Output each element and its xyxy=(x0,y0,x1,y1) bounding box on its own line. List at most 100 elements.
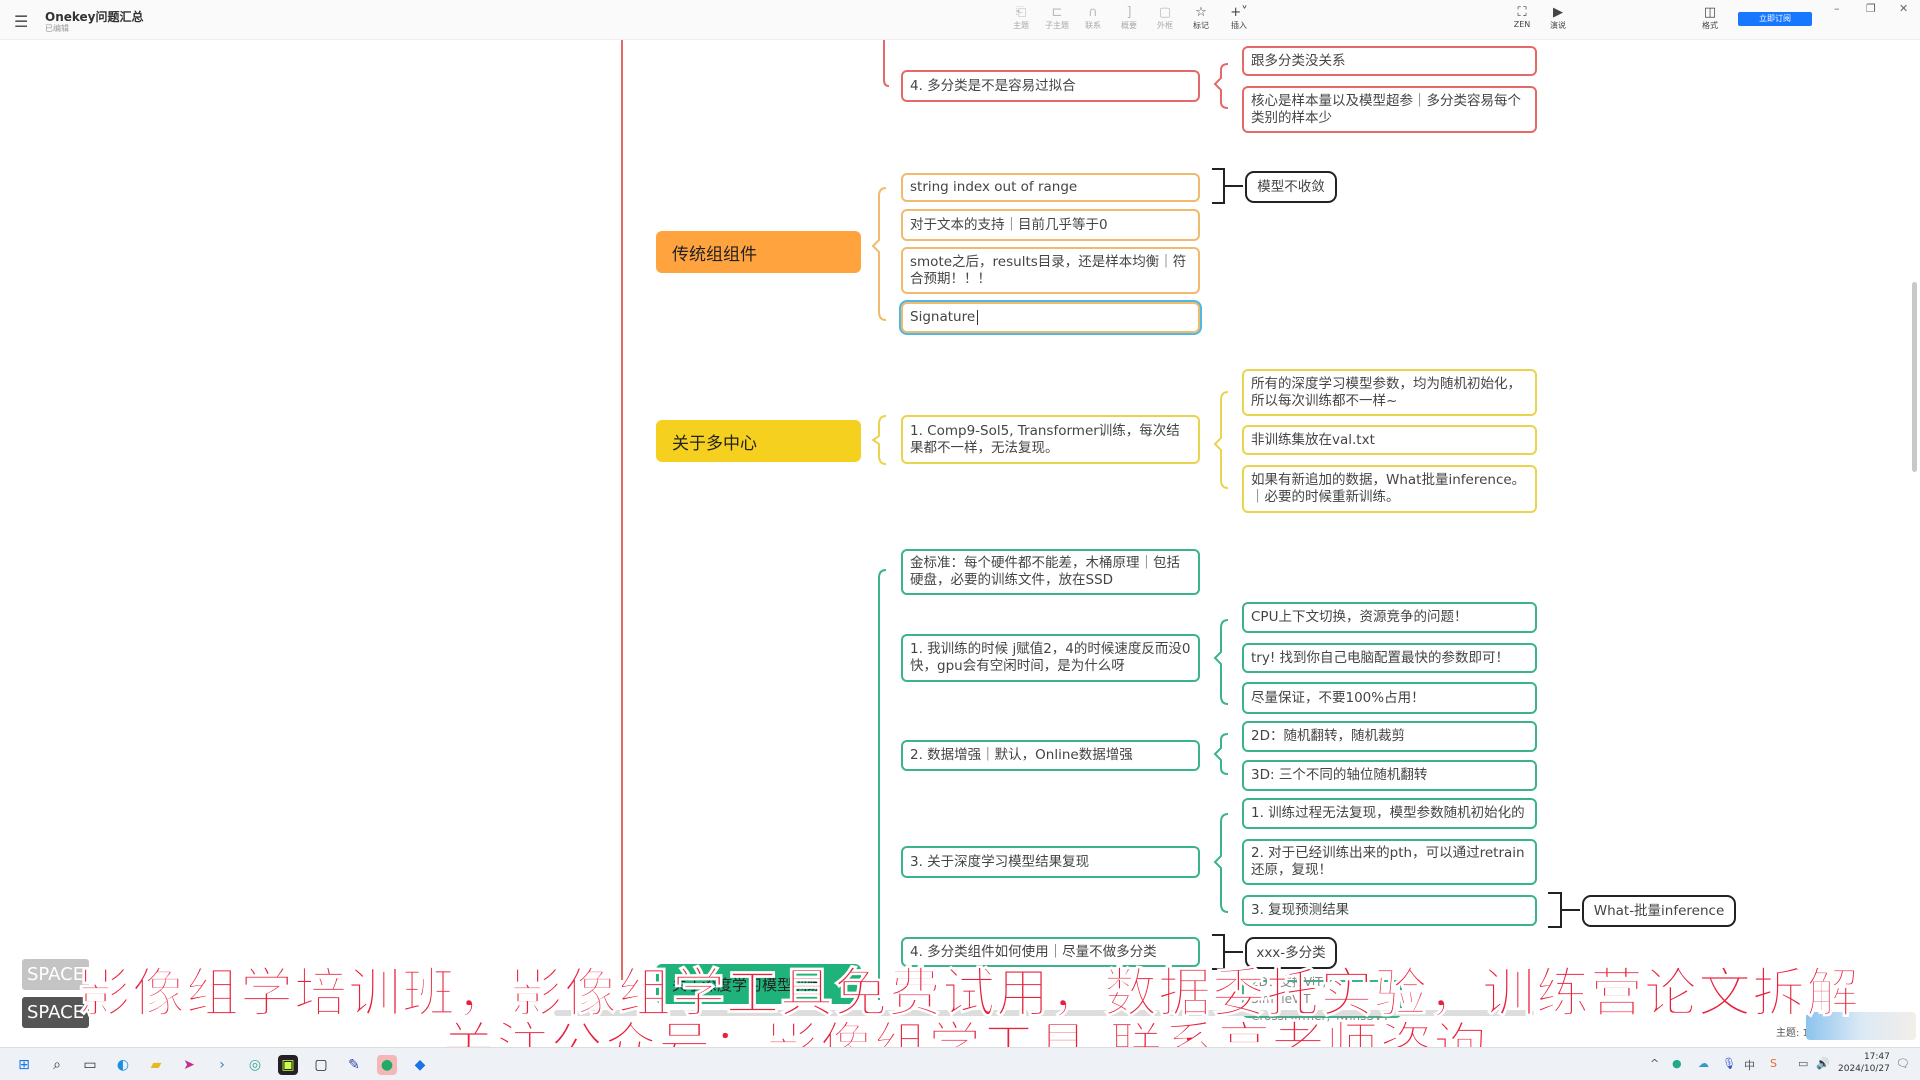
toolbar-boundary-button[interactable]: ▢ 外框 xyxy=(1147,5,1183,31)
topic-green-l3[interactable]: 尽量保证，不要100%占用！ xyxy=(1242,682,1537,714)
category-multicenter[interactable]: 关于多中心 xyxy=(656,420,861,462)
topic-green-l3[interactable]: 3D: 三个不同的轴位随机翻转 xyxy=(1242,760,1537,791)
topic-green-l3[interactable]: 3. 复现预测结果 xyxy=(1242,895,1537,926)
minimize-icon[interactable]: – xyxy=(1834,2,1840,15)
topic-editing-input[interactable]: Signature xyxy=(901,302,1200,333)
app-icon[interactable]: ➤ xyxy=(179,1055,199,1075)
text-cursor xyxy=(977,310,979,325)
topic-yellow-l3[interactable]: 非训练集放在val.txt xyxy=(1242,425,1537,455)
app-icon[interactable]: ✎ xyxy=(344,1055,364,1075)
sogou-icon[interactable]: S xyxy=(1770,1057,1777,1070)
ime-icon[interactable]: 中 xyxy=(1744,1057,1755,1073)
close-icon[interactable]: ✕ xyxy=(1899,2,1908,15)
play-icon: ▶ xyxy=(1553,5,1563,20)
present-button[interactable]: ▶ 演说 xyxy=(1540,5,1576,31)
tray-app-icon[interactable]: ☁ xyxy=(1698,1057,1709,1070)
label: 演说 xyxy=(1550,21,1566,30)
summary-not-converge[interactable]: 模型不收敛 xyxy=(1245,171,1337,203)
topic-green-l3[interactable]: 2D：随机翻转，随机裁剪 xyxy=(1242,721,1537,752)
toolbar-topic-button[interactable]: ⎗ 主题 xyxy=(1003,5,1039,31)
toolbar-marker-button[interactable]: ☆ 标记 xyxy=(1183,5,1219,31)
clock[interactable]: 17:47 2024/10/27 xyxy=(1838,1051,1890,1075)
red-brace xyxy=(883,40,890,87)
microphone-icon[interactable]: 🎙 xyxy=(1722,1057,1736,1070)
toolbar-subtopic-button[interactable]: ⊏ 子主题 xyxy=(1039,5,1075,31)
panel-icon: ◫ xyxy=(1703,5,1717,20)
label: ZEN xyxy=(1513,20,1531,29)
topic-red-l3[interactable]: 核心是样本量以及模型超参｜多分类容易每个类别的样本少 xyxy=(1242,86,1537,133)
volume-icon[interactable]: 🔊 xyxy=(1816,1057,1830,1070)
task-view-icon[interactable]: ▭ xyxy=(80,1055,100,1075)
restore-icon[interactable]: ❐ xyxy=(1866,2,1876,15)
notification-icon[interactable]: 🗨 xyxy=(1896,1057,1910,1070)
topic-orange[interactable]: string index out of range xyxy=(901,173,1200,202)
vertical-scrollbar[interactable] xyxy=(1912,282,1917,472)
summary-batch-inference[interactable]: What-批量inference xyxy=(1582,895,1736,927)
subtopic-icon: ⊏ xyxy=(1051,5,1063,20)
topic-green[interactable]: 2. 数据增强｜默认，Online数据增强 xyxy=(901,740,1200,771)
label: 外框 xyxy=(1157,21,1173,30)
app-icon[interactable]: ◆ xyxy=(410,1055,430,1075)
network-icon[interactable]: ▭ xyxy=(1798,1057,1808,1070)
subtitle-line-1: 影像组学培训班，影像组学工具免费试用，数据委托实验，训练营论文拆解 xyxy=(78,963,1860,1024)
topic-overfit[interactable]: 4. 多分类是不是容易过拟合 xyxy=(901,70,1200,102)
green-l3-brace-3 xyxy=(1213,813,1229,913)
boundary-icon: ▢ xyxy=(1158,5,1172,20)
topic-yellow[interactable]: 1. Comp9-Sol5, Transformer训练，每次结果都不一样，无法… xyxy=(901,415,1200,464)
topic-green-l3[interactable]: try! 找到你自己电脑配置最快的参数即可！ xyxy=(1242,643,1537,673)
topic-icon: ⎗ xyxy=(1015,5,1027,20)
search-icon[interactable]: ⌕ xyxy=(47,1055,67,1075)
topic-yellow-l3[interactable]: 所有的深度学习模型参数，均为随机初始化，所以每次训练都不一样~ xyxy=(1242,369,1537,416)
green-l3-brace-1 xyxy=(1213,619,1229,705)
app-icon[interactable]: ▢ xyxy=(311,1055,331,1075)
windows-start-icon[interactable]: ⊞ xyxy=(14,1055,34,1075)
label: 联系 xyxy=(1085,21,1101,30)
plus-icon: +˅ xyxy=(1230,5,1248,20)
relation-icon: ∩ xyxy=(1088,5,1098,20)
chrome-icon[interactable]: ◎ xyxy=(245,1055,265,1075)
topic-green[interactable]: 1. 我训练的时候 j赋值2，4的时候速度反而没0快，gpu会有空闲时间，是为什… xyxy=(901,634,1200,682)
topic-red-l3[interactable]: 跟多分类没关系 xyxy=(1242,46,1537,76)
toolbar-relation-button[interactable]: ∩ 联系 xyxy=(1075,5,1111,31)
label: 格式 xyxy=(1702,21,1718,30)
summary-bracket-2 xyxy=(1548,892,1580,928)
time: 17:47 xyxy=(1863,1052,1890,1062)
topic-green-l3[interactable]: 2. 对于已经训练出来的pth，可以通过retrain还原，复现！ xyxy=(1242,839,1537,885)
mindmap-canvas[interactable]: 4. 多分类是不是容易过拟合 跟多分类没关系 核心是样本量以及模型超参｜多分类容… xyxy=(0,40,1920,1047)
topic-green[interactable]: 金标准：每个硬件都不能差，木桶原理｜包括硬盘，必要的训练文件，放在SSD xyxy=(901,549,1200,595)
editing-text[interactable]: Signature xyxy=(910,309,975,326)
red-l3-brace xyxy=(1213,63,1229,109)
toolbar-summary-button[interactable]: ] 概要 xyxy=(1111,5,1147,31)
file-explorer-icon[interactable]: ▰ xyxy=(146,1055,166,1075)
subscribe-button[interactable]: 立即订阅 xyxy=(1738,12,1812,26)
hamburger-icon[interactable]: ☰ xyxy=(14,12,28,31)
zen-button[interactable]: ⛶ ZEN xyxy=(1504,5,1540,29)
app-icon[interactable]: › xyxy=(212,1055,232,1075)
label: 插入 xyxy=(1231,21,1247,30)
edge-icon[interactable]: ◐ xyxy=(113,1055,133,1075)
save-status: 已编辑 xyxy=(45,24,69,33)
topic-green[interactable]: 3. 关于深度学习模型结果复现 xyxy=(901,846,1200,878)
topic-orange[interactable]: 对于文本的支持｜目前几乎等于0 xyxy=(901,209,1200,241)
category-traditional-components[interactable]: 传统组组件 xyxy=(656,231,861,273)
format-button[interactable]: ◫ 格式 xyxy=(1692,5,1728,31)
yellow-l3-brace xyxy=(1213,391,1229,489)
tray-chevron-icon[interactable]: ^ xyxy=(1650,1057,1659,1070)
topic-orange[interactable]: smote之后，results目录，还是样本均衡｜符合预期！！！ xyxy=(901,247,1200,294)
label: 主题 xyxy=(1013,21,1029,30)
topic-yellow-l3[interactable]: 如果有新追加的数据，What批量inference。｜必要的时候重新训练。 xyxy=(1242,465,1537,513)
label: 标记 xyxy=(1193,21,1209,30)
summary-icon: ] xyxy=(1126,5,1132,20)
fullscreen-icon: ⛶ xyxy=(1517,5,1527,20)
label: 概要 xyxy=(1121,21,1137,30)
topic-green-l3[interactable]: CPU上下文切换，资源竞争的问题！ xyxy=(1242,602,1537,633)
topic-count: 主题: 1 xyxy=(1776,1028,1809,1039)
toolbar-insert-button[interactable]: +˅ 插入 xyxy=(1221,5,1257,31)
star-icon: ☆ xyxy=(1195,5,1207,20)
pycharm-icon[interactable]: ▣ xyxy=(278,1055,298,1075)
topic-green-l3[interactable]: 1. 训练过程无法复现，模型参数随机初始化的 xyxy=(1242,798,1537,829)
wechat-icon[interactable]: ● xyxy=(377,1055,397,1075)
label: 子主题 xyxy=(1045,21,1069,30)
tray-app-icon[interactable]: ● xyxy=(1672,1057,1682,1070)
green-l3-brace-2 xyxy=(1213,733,1229,775)
